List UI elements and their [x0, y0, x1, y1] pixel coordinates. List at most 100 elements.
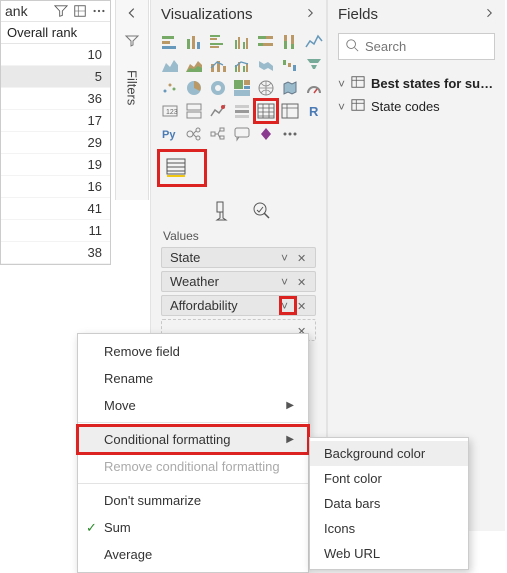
menu-dont-summarize[interactable]: Don't summarize: [78, 487, 308, 514]
kpi-icon[interactable]: [209, 102, 227, 120]
table-row[interactable]: 36: [1, 88, 110, 110]
remove-field-icon[interactable]: [297, 298, 311, 313]
table-row[interactable]: 16: [1, 176, 110, 198]
clustered-column-icon[interactable]: [233, 33, 251, 51]
submenu-icons[interactable]: Icons: [310, 516, 468, 541]
hundred-stacked-bar-icon[interactable]: [257, 33, 275, 51]
table-row[interactable]: 17: [1, 110, 110, 132]
field-pill-state[interactable]: State: [161, 247, 316, 268]
line-clustered-column-icon[interactable]: [233, 56, 251, 74]
expand-icon[interactable]: [338, 99, 345, 114]
ribbon-chart-icon[interactable]: [257, 56, 275, 74]
fields-search[interactable]: [338, 33, 495, 60]
scatter-icon[interactable]: [161, 79, 179, 97]
menu-remove-conditional-formatting: Remove conditional formatting: [78, 453, 308, 480]
map-icon[interactable]: [257, 79, 275, 97]
powerapps-icon[interactable]: [257, 125, 275, 143]
field-dropdown-icon[interactable]: [281, 250, 295, 265]
submenu-data-bars[interactable]: Data bars: [310, 491, 468, 516]
matrix-visual-icon[interactable]: [281, 102, 299, 120]
submenu-background-color[interactable]: Background color: [310, 441, 468, 466]
donut-chart-icon[interactable]: [209, 79, 227, 97]
qa-visual-icon[interactable]: [233, 125, 251, 143]
stacked-column-icon[interactable]: [185, 33, 203, 51]
table-visual-icon[interactable]: [257, 102, 275, 120]
svg-text:123: 123: [166, 109, 178, 116]
field-label: Affordability: [170, 298, 279, 313]
submenu-web-url[interactable]: Web URL: [310, 541, 468, 566]
menu-average[interactable]: Average: [78, 541, 308, 568]
stacked-bar-icon[interactable]: [161, 33, 179, 51]
waterfall-icon[interactable]: [281, 56, 299, 74]
stacked-area-icon[interactable]: [185, 56, 203, 74]
analytics-tab-icon[interactable]: [251, 200, 273, 222]
filter-outline-icon: [124, 33, 140, 52]
menu-move[interactable]: Move▶: [78, 392, 308, 419]
field-pill-affordability[interactable]: Affordability: [161, 295, 316, 316]
area-chart-icon[interactable]: [161, 56, 179, 74]
filled-map-icon[interactable]: [281, 79, 299, 97]
table-state-codes[interactable]: State codes: [338, 95, 495, 118]
pie-chart-icon[interactable]: [185, 79, 203, 97]
more-options-icon[interactable]: [92, 4, 106, 18]
filters-pane-collapsed[interactable]: Filters: [115, 0, 149, 200]
table-visual[interactable]: ank Overall rank 1053617291916411138: [0, 0, 111, 265]
gauge-icon[interactable]: [305, 79, 323, 97]
format-tab-icon[interactable]: [211, 200, 233, 222]
field-label: Weather: [170, 274, 279, 289]
clustered-bar-icon[interactable]: [209, 33, 227, 51]
menu-rename[interactable]: Rename: [78, 365, 308, 392]
table-row[interactable]: 19: [1, 154, 110, 176]
table-row[interactable]: 29: [1, 132, 110, 154]
table-name: State codes: [371, 99, 440, 114]
slicer-icon[interactable]: [233, 102, 251, 120]
visual-header: ank: [1, 1, 110, 22]
focus-mode-icon[interactable]: [73, 4, 87, 18]
menu-conditional-formatting[interactable]: Conditional formatting▶: [78, 426, 308, 453]
visualizations-title: Visualizations: [161, 6, 252, 23]
remove-field-icon[interactable]: [297, 250, 311, 265]
conditional-formatting-submenu: Background color Font color Data bars Ic…: [309, 437, 469, 570]
menu-sum[interactable]: ✓Sum: [78, 514, 308, 541]
field-context-menu: Remove field Rename Move▶ Conditional fo…: [77, 333, 309, 573]
column-header-overall-rank[interactable]: Overall rank: [1, 22, 110, 44]
menu-remove-field[interactable]: Remove field: [78, 338, 308, 365]
line-chart-icon[interactable]: [305, 33, 323, 51]
search-input[interactable]: [365, 39, 507, 54]
fields-tab-icon[interactable]: [165, 157, 187, 179]
visualization-gallery: 123 R Py: [161, 33, 316, 143]
table-rows: 1053617291916411138: [1, 44, 110, 264]
menu-separator: [78, 422, 308, 423]
card-icon[interactable]: 123: [161, 102, 179, 120]
table-row[interactable]: 11: [1, 220, 110, 242]
field-pill-weather[interactable]: Weather: [161, 271, 316, 292]
python-visual-icon[interactable]: Py: [161, 125, 179, 143]
filter-icon[interactable]: [54, 4, 68, 18]
collapse-pane-icon[interactable]: [304, 6, 316, 23]
table-row[interactable]: 38: [1, 242, 110, 264]
table-row[interactable]: 5: [1, 66, 110, 88]
r-visual-icon[interactable]: R: [305, 102, 323, 120]
line-stacked-column-icon[interactable]: [209, 56, 227, 74]
field-dropdown-icon[interactable]: [281, 298, 295, 313]
field-dropdown-icon[interactable]: [281, 274, 295, 289]
table-best-states[interactable]: Best states for sun...: [338, 72, 495, 95]
decomposition-tree-icon[interactable]: [209, 125, 227, 143]
table-row[interactable]: 41: [1, 198, 110, 220]
expand-icon[interactable]: [338, 76, 345, 91]
expand-filters-icon[interactable]: [125, 6, 139, 23]
submenu-arrow-icon: ▶: [286, 400, 294, 411]
hundred-stacked-column-icon[interactable]: [281, 33, 299, 51]
get-more-visuals-icon[interactable]: [281, 125, 299, 143]
values-section-label: Values: [163, 229, 316, 243]
remove-field-icon[interactable]: [297, 274, 311, 289]
check-icon: ✓: [86, 520, 97, 536]
multi-row-card-icon[interactable]: [185, 102, 203, 120]
table-row[interactable]: 10: [1, 44, 110, 66]
submenu-font-color[interactable]: Font color: [310, 466, 468, 491]
treemap-icon[interactable]: [233, 79, 251, 97]
collapse-fields-icon[interactable]: [483, 6, 495, 23]
key-influencers-icon[interactable]: [185, 125, 203, 143]
funnel-icon[interactable]: [305, 56, 323, 74]
table-icon: [351, 98, 365, 115]
